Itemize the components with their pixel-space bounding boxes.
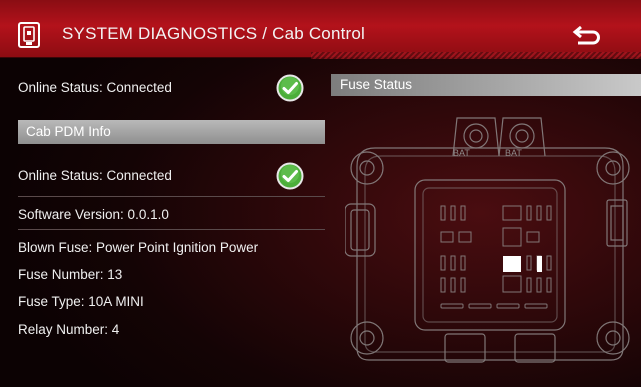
- page-title: SYSTEM DIAGNOSTICS / Cab Control: [62, 24, 366, 43]
- bat-label: BAT: [453, 148, 470, 158]
- blown-fuse-highlight: [537, 256, 542, 272]
- relay-number-label: Relay Number: 4: [18, 322, 120, 337]
- pdm-module-icon: [18, 22, 40, 48]
- back-button[interactable]: [572, 24, 602, 48]
- diagnostics-screen: SYSTEM DIAGNOSTICS / Cab Control Online …: [0, 0, 641, 387]
- title-bar: SYSTEM DIAGNOSTICS / Cab Control: [0, 0, 641, 59]
- green-check-icon: [276, 162, 304, 190]
- fuse-box-diagram: BAT BAT: [345, 117, 630, 363]
- divider: [18, 196, 325, 197]
- divider: [18, 229, 325, 230]
- green-check-icon: [276, 74, 304, 102]
- blown-fuse-label: Blown Fuse: Power Point Ignition Power: [18, 240, 259, 255]
- return-arrow-icon: [572, 25, 600, 45]
- fuse-number-label: Fuse Number: 13: [18, 267, 123, 282]
- cab-pdm-info-header: Cab PDM Info: [18, 120, 325, 144]
- fuse-type-label: Fuse Type: 10A MINI: [18, 294, 144, 309]
- software-version-label: Software Version: 0.0.1.0: [18, 207, 169, 222]
- blown-fuse-highlight: [503, 256, 521, 272]
- bat-label: BAT: [505, 148, 522, 158]
- fuse-status-header: Fuse Status: [331, 74, 641, 96]
- header-hatch-decoration: [311, 52, 641, 59]
